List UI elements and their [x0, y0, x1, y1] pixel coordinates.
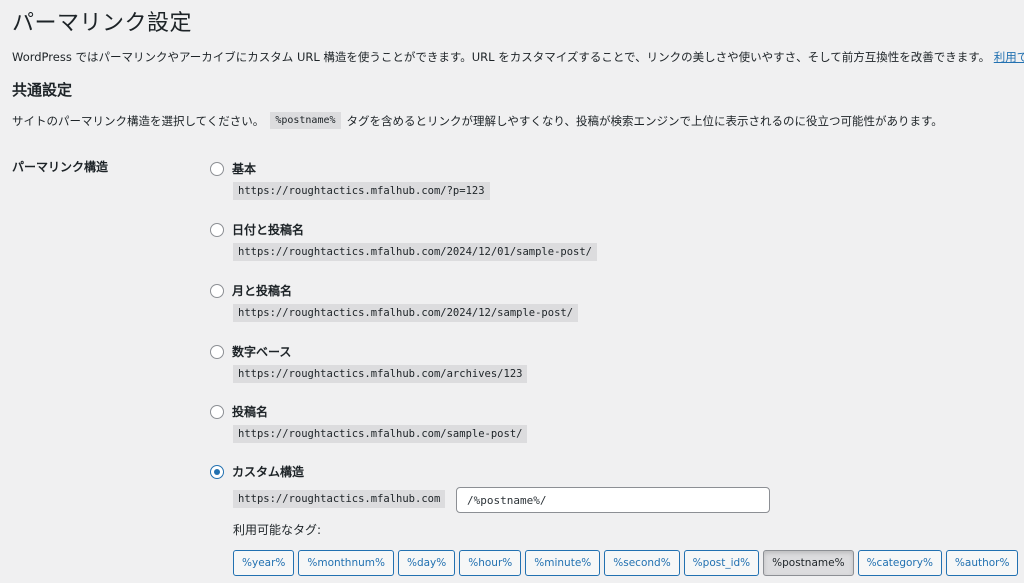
radio-plain[interactable] — [210, 161, 224, 176]
page-title: パーマリンク設定 — [12, 11, 193, 36]
option-url: https://roughtactics.mfalhub.com/sample-… — [233, 425, 528, 443]
option-label: 投稿名 — [232, 405, 269, 419]
tag-author-button[interactable]: %author% — [945, 550, 1019, 576]
radio-post-name[interactable] — [210, 404, 224, 419]
option-label: 数字ベース — [232, 345, 292, 359]
radio-numeric[interactable] — [210, 344, 224, 359]
radio-custom[interactable] — [210, 464, 224, 479]
tag-category-button[interactable]: %category% — [857, 550, 942, 576]
tag-monthnum-button[interactable]: %monthnum% — [298, 550, 394, 576]
section-description: サイトのパーマリンク構造を選択してください。 %postname% タグを含める… — [12, 112, 943, 129]
tag-year-button[interactable]: %year% — [233, 550, 295, 576]
custom-base-url: https://roughtactics.mfalhub.com — [233, 490, 446, 508]
section-title-common: 共通設定 — [12, 81, 73, 99]
section-desc-before: サイトのパーマリンク構造を選択してください。 — [12, 113, 265, 128]
tag-minute-button[interactable]: %minute% — [525, 550, 601, 576]
permalink-structure-label: パーマリンク構造 — [12, 160, 109, 174]
radio-month-and-name[interactable] — [210, 283, 224, 298]
option-label: 月と投稿名 — [232, 284, 293, 298]
available-tags-label: 利用可能なタグ: — [233, 523, 322, 537]
intro-text: WordPress ではパーマリンクやアーカイブにカスタム URL 構造を使うこ… — [12, 49, 1024, 65]
tag-hour-button[interactable]: %hour% — [459, 550, 522, 576]
option-day-and-name[interactable]: 日付と投稿名 — [210, 221, 304, 238]
option-label: 日付と投稿名 — [232, 223, 305, 237]
option-url: https://roughtactics.mfalhub.com/?p=123 — [233, 182, 490, 200]
tag-postname-button[interactable]: %postname% — [763, 550, 854, 576]
option-month-and-name[interactable]: 月と投稿名 — [210, 282, 292, 299]
option-label: 基本 — [232, 162, 257, 176]
option-url: https://roughtactics.mfalhub.com/2024/12… — [233, 304, 579, 322]
option-label: カスタム構造 — [232, 465, 305, 479]
tag-post-id-button[interactable]: %post_id% — [683, 550, 760, 576]
tag-day-button[interactable]: %day% — [397, 550, 456, 576]
custom-structure-input[interactable] — [456, 487, 770, 513]
option-numeric[interactable]: 数字ベース — [210, 343, 291, 360]
option-custom[interactable]: カスタム構造 — [210, 463, 304, 480]
option-url: https://roughtactics.mfalhub.com/2024/12… — [233, 243, 598, 261]
option-url: https://roughtactics.mfalhub.com/archive… — [233, 365, 528, 383]
radio-day-and-name[interactable] — [210, 222, 224, 237]
option-post-name[interactable]: 投稿名 — [210, 403, 268, 420]
section-desc-after: タグを含めるとリンクが理解しやすくなり、投稿が検索エンジンで上位に表示されるのに… — [346, 113, 943, 128]
available-tags: %year% %monthnum% %day% %hour% %minute% … — [233, 550, 1019, 576]
option-plain[interactable]: 基本 — [210, 160, 256, 177]
intro-description: WordPress ではパーマリンクやアーカイブにカスタム URL 構造を使うこ… — [12, 50, 991, 64]
postname-code: %postname% — [270, 112, 341, 129]
help-link[interactable]: 利用で — [994, 50, 1024, 64]
tag-second-button[interactable]: %second% — [604, 550, 680, 576]
